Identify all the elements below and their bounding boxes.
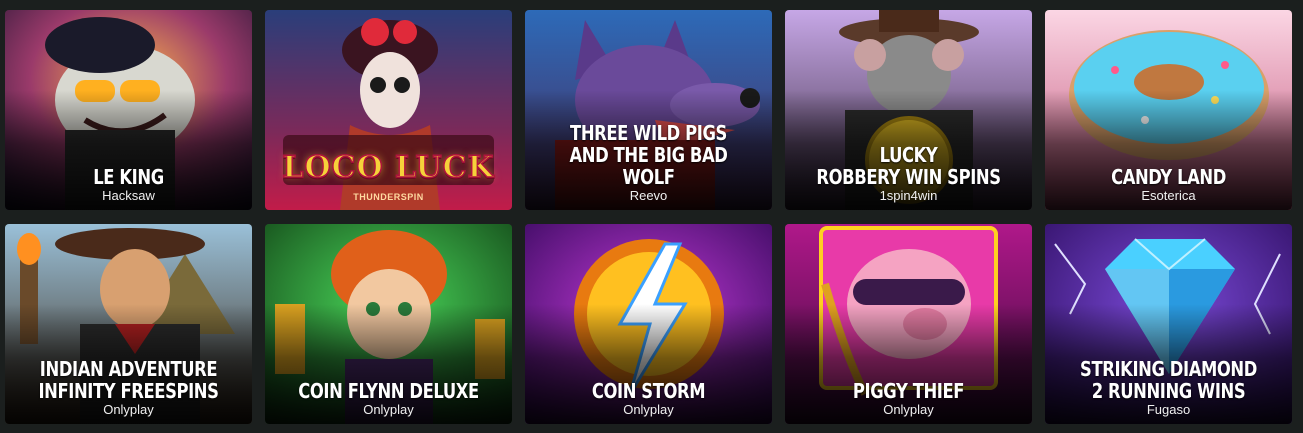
game-tile-indian-adventure[interactable]: INDIAN ADVENTURE INFINITY FREESPINS Only…: [5, 224, 252, 424]
game-provider: Hacksaw: [102, 188, 155, 203]
game-title: LE KING: [93, 165, 164, 189]
game-caption: CANDY LAND Esoterica: [1051, 166, 1286, 204]
game-title: CANDY LAND: [1111, 165, 1226, 189]
game-title: COIN STORM: [591, 379, 706, 403]
game-tile-candy-land[interactable]: CANDY LAND Esoterica: [1045, 10, 1292, 210]
game-title: PIGGY THIEF: [852, 379, 965, 403]
game-caption: LE KING Hacksaw: [11, 166, 246, 204]
game-provider: Onlyplay: [363, 402, 414, 417]
game-provider: Onlyplay: [623, 402, 674, 417]
game-caption: COIN FLYNN DELUXE Onlyplay: [271, 380, 506, 418]
game-caption: PIGGY THIEF Onlyplay: [791, 380, 1026, 418]
game-tile-le-king[interactable]: LE KING Hacksaw: [5, 10, 252, 210]
game-caption: STRIKING DIAMOND 2 RUNNING WINS Fugaso: [1051, 358, 1286, 418]
game-provider: Esoterica: [1141, 188, 1196, 203]
game-tile-loco-luck[interactable]: LOCO LUCK THUNDERSPIN: [265, 10, 512, 210]
game-title: LUCKY ROBBERY WIN SPINS: [816, 143, 1001, 189]
game-caption: INDIAN ADVENTURE INFINITY FREESPINS Only…: [11, 358, 246, 418]
game-provider: Fugaso: [1146, 402, 1191, 417]
game-caption: LUCKY ROBBERY WIN SPINS 1spin4win: [791, 144, 1026, 204]
game-caption: COIN STORM Onlyplay: [531, 380, 766, 418]
game-tile-striking-diamond[interactable]: STRIKING DIAMOND 2 RUNNING WINS Fugaso: [1045, 224, 1292, 424]
game-tile-coin-flynn-deluxe[interactable]: COIN FLYNN DELUXE Onlyplay: [265, 224, 512, 424]
game-caption: THREE WILD PIGS AND THE BIG BAD WOLF Ree…: [531, 122, 766, 204]
game-provider: Onlyplay: [103, 402, 154, 417]
games-grid: LE KING Hacksaw LOCO LUCK THUNDERSPIN TH…: [5, 10, 1293, 424]
game-tile-coin-storm[interactable]: COIN STORM Onlyplay: [525, 224, 772, 424]
game-provider: Onlyplay: [883, 402, 934, 417]
game-logo-text: LOCO LUCK: [282, 149, 495, 186]
game-provider: 1spin4win: [879, 188, 938, 203]
studio-logo: THUNDERSPIN: [353, 192, 424, 202]
game-tile-piggy-thief[interactable]: PIGGY THIEF Onlyplay: [785, 224, 1032, 424]
game-title: STRIKING DIAMOND 2 RUNNING WINS: [1080, 357, 1257, 403]
game-title: THREE WILD PIGS AND THE BIG BAD WOLF: [569, 121, 728, 189]
game-title: INDIAN ADVENTURE INFINITY FREESPINS: [38, 357, 219, 403]
game-title: COIN FLYNN DELUXE: [298, 379, 479, 403]
game-tile-three-wild-pigs[interactable]: THREE WILD PIGS AND THE BIG BAD WOLF Ree…: [525, 10, 772, 210]
game-provider: Reevo: [629, 188, 668, 203]
game-tile-lucky-robbery[interactable]: LUCKY ROBBERY WIN SPINS 1spin4win: [785, 10, 1032, 210]
